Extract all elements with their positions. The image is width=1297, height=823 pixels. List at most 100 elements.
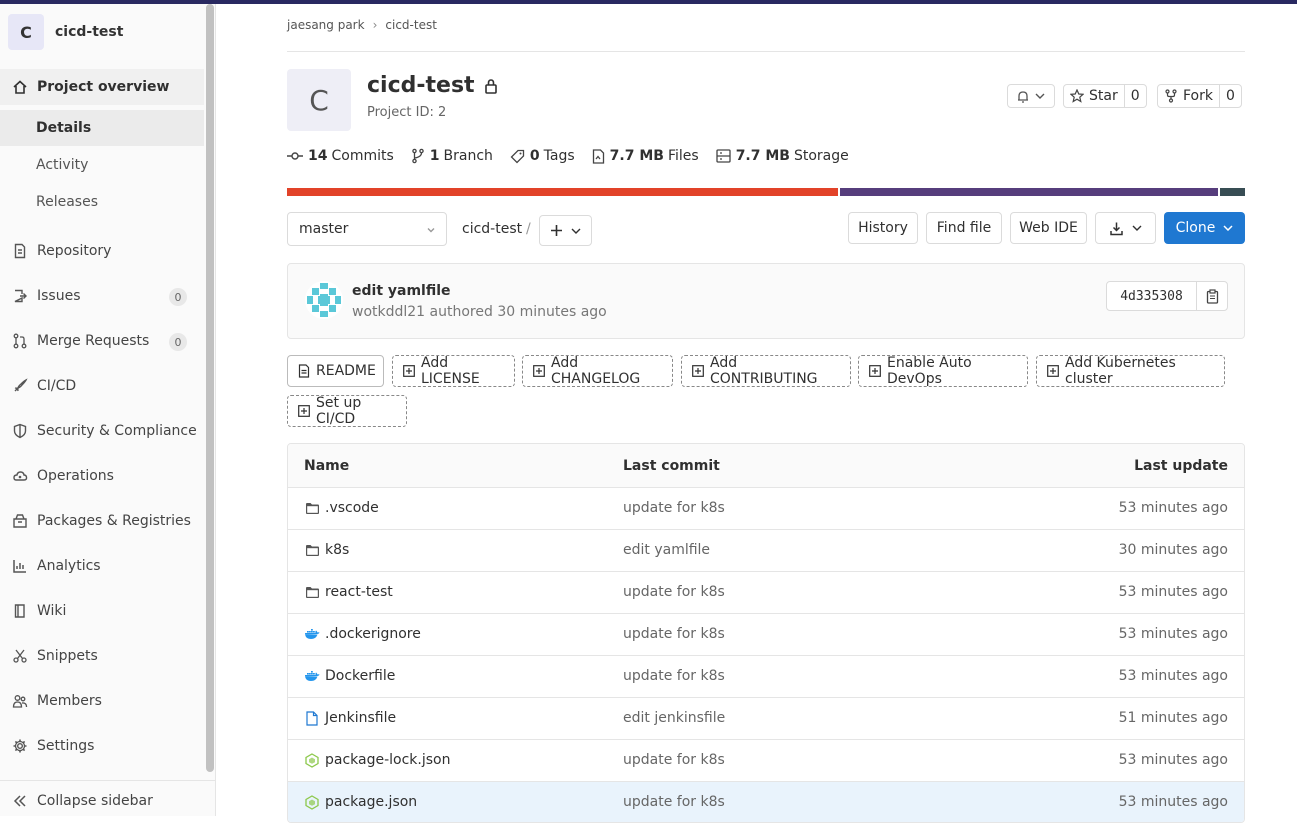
clone-label: Clone bbox=[1175, 220, 1216, 236]
table-row[interactable]: Jenkinsfile edit jenkinsfile 51 minutes ag… bbox=[288, 698, 1244, 740]
star-count[interactable]: 0 bbox=[1123, 85, 1146, 107]
repository-language-bar[interactable] bbox=[287, 188, 1245, 196]
add-changelog-button[interactable]: Add CHANGELOG bbox=[522, 355, 673, 387]
table-row[interactable]: .vscode update for k8s 53 minutes ago bbox=[288, 488, 1244, 530]
file-name[interactable]: Jenkinsfile bbox=[325, 710, 396, 726]
language-segment[interactable] bbox=[1218, 188, 1245, 196]
tag-icon bbox=[510, 149, 525, 164]
commit-message-cell[interactable]: update for k8s bbox=[623, 752, 725, 768]
commit-message-cell[interactable]: update for k8s bbox=[623, 584, 725, 600]
commit-message-cell[interactable]: update for k8s bbox=[623, 626, 725, 642]
sidebar-item-project-overview[interactable]: Project overview bbox=[0, 69, 204, 105]
sidebar-item-security[interactable]: Security & Compliance bbox=[0, 413, 204, 449]
add-contributing-button[interactable]: Add CONTRIBUTING bbox=[681, 355, 851, 387]
cloud-icon bbox=[12, 468, 28, 484]
file-name-cell[interactable]: Jenkinsfile bbox=[304, 710, 396, 726]
collapse-sidebar-button[interactable]: Collapse sidebar bbox=[0, 780, 215, 820]
star-button-group: Star 0 bbox=[1063, 84, 1147, 108]
sidebar-item-operations[interactable]: Operations bbox=[0, 458, 204, 494]
sidebar-item-issues[interactable]: Issues 0 bbox=[0, 278, 204, 314]
sidebar-item-label: Activity bbox=[36, 157, 89, 173]
file-name-cell[interactable]: package-lock.json bbox=[304, 752, 451, 768]
file-name[interactable]: package-lock.json bbox=[325, 752, 451, 768]
file-name-cell[interactable]: react-test bbox=[304, 584, 393, 600]
add-license-button[interactable]: Add LICENSE bbox=[392, 355, 515, 387]
sidebar-item-settings[interactable]: Settings bbox=[0, 728, 204, 764]
sidebar-item-analytics[interactable]: Analytics bbox=[0, 548, 204, 584]
language-segment[interactable] bbox=[287, 188, 838, 196]
breadcrumb-owner[interactable]: jaesang park bbox=[287, 18, 365, 32]
sidebar-item-details[interactable]: Details bbox=[0, 110, 204, 146]
download-dropdown[interactable] bbox=[1095, 212, 1156, 244]
sidebar-scrollbar[interactable] bbox=[206, 4, 214, 772]
home-icon bbox=[12, 79, 28, 95]
sidebar-item-members[interactable]: Members bbox=[0, 683, 204, 719]
table-row[interactable]: k8s edit yamlfile 30 minutes ago bbox=[288, 530, 1244, 572]
file-name-cell[interactable]: .dockerignore bbox=[304, 626, 421, 642]
chevron-down-icon bbox=[426, 223, 436, 239]
commit-message-cell[interactable]: edit yamlfile bbox=[623, 542, 710, 558]
file-name-cell[interactable]: .vscode bbox=[304, 500, 379, 516]
find-file-button[interactable]: Find file bbox=[926, 212, 1002, 244]
branch-selector-dropdown[interactable]: master bbox=[287, 212, 447, 246]
sidebar-item-snippets[interactable]: Snippets bbox=[0, 638, 204, 674]
commit-sha[interactable]: 4d335308 bbox=[1106, 281, 1197, 311]
table-row[interactable]: .dockerignore update for k8s 53 minutes ag… bbox=[288, 614, 1244, 656]
author-avatar[interactable] bbox=[305, 281, 343, 319]
star-button[interactable]: Star bbox=[1064, 85, 1124, 107]
sidebar-item-wiki[interactable]: Wiki bbox=[0, 593, 204, 629]
file-name-cell[interactable]: Dockerfile bbox=[304, 668, 395, 684]
add-kubernetes-cluster-button[interactable]: Add Kubernetes cluster bbox=[1036, 355, 1225, 387]
commits-label: Commits bbox=[331, 148, 394, 164]
commit-message-cell[interactable]: update for k8s bbox=[623, 794, 725, 810]
table-row[interactable]: Dockerfile update for k8s 53 minutes ago bbox=[288, 656, 1244, 698]
web-ide-button[interactable]: Web IDE bbox=[1010, 212, 1087, 244]
file-name[interactable]: k8s bbox=[325, 542, 349, 558]
setup-cicd-button[interactable]: Set up CI/CD bbox=[287, 395, 407, 427]
sidebar-item-cicd[interactable]: CI/CD bbox=[0, 368, 204, 404]
sidebar-item-packages[interactable]: Packages & Registries bbox=[0, 503, 204, 539]
plus-icon bbox=[550, 224, 563, 237]
commit-message-cell[interactable]: edit jenkinsfile bbox=[623, 710, 725, 726]
enable-auto-devops-button[interactable]: Enable Auto DevOps bbox=[858, 355, 1028, 387]
fork-button[interactable]: Fork bbox=[1158, 85, 1219, 107]
readme-button[interactable]: README bbox=[287, 355, 384, 387]
language-segment[interactable] bbox=[837, 188, 1219, 196]
plus-square-icon bbox=[692, 365, 704, 377]
fork-count[interactable]: 0 bbox=[1218, 85, 1241, 107]
commit-title[interactable]: edit yamlfile bbox=[352, 283, 451, 299]
sidebar-item-label: Settings bbox=[37, 738, 95, 754]
files-stat[interactable]: 7.7 MB Files bbox=[592, 148, 699, 164]
notification-dropdown[interactable] bbox=[1007, 84, 1055, 108]
sidebar-project-header[interactable]: C cicd-test bbox=[0, 4, 215, 60]
sidebar-item-releases[interactable]: Releases bbox=[0, 184, 204, 220]
add-to-tree-dropdown[interactable] bbox=[539, 215, 592, 246]
plus-square-icon bbox=[1047, 365, 1059, 377]
file-name[interactable]: react-test bbox=[325, 584, 393, 600]
history-button[interactable]: History bbox=[848, 212, 918, 244]
commit-message-cell[interactable]: update for k8s bbox=[623, 500, 725, 516]
tags-stat[interactable]: 0 Tags bbox=[510, 148, 575, 164]
table-row[interactable]: react-test update for k8s 53 minutes ago bbox=[288, 572, 1244, 614]
sidebar-item-activity[interactable]: Activity bbox=[0, 147, 204, 183]
file-name-cell[interactable]: k8s bbox=[304, 542, 349, 558]
repository-path-root[interactable]: cicd-test bbox=[462, 221, 522, 237]
table-row[interactable]: package.json update for k8s 53 minutes ago bbox=[288, 782, 1244, 822]
file-name[interactable]: Dockerfile bbox=[325, 668, 395, 684]
commit-message-cell[interactable]: update for k8s bbox=[623, 668, 725, 684]
docker-icon bbox=[304, 626, 320, 642]
breadcrumb-project[interactable]: cicd-test bbox=[385, 18, 437, 32]
file-name-cell[interactable]: package.json bbox=[304, 794, 417, 810]
last-update-cell: 51 minutes ago bbox=[1118, 710, 1228, 726]
commits-stat[interactable]: 14 Commits bbox=[287, 148, 394, 164]
table-row[interactable]: package-lock.json update for k8s 53 minute… bbox=[288, 740, 1244, 782]
copy-sha-button[interactable] bbox=[1196, 281, 1228, 311]
file-name[interactable]: .vscode bbox=[325, 500, 379, 516]
storage-stat[interactable]: 7.7 MB Storage bbox=[716, 148, 849, 164]
branches-stat[interactable]: 1 Branch bbox=[411, 148, 493, 164]
file-name[interactable]: .dockerignore bbox=[325, 626, 421, 642]
clone-dropdown-button[interactable]: Clone bbox=[1164, 212, 1245, 244]
sidebar-item-merge-requests[interactable]: Merge Requests 0 bbox=[0, 323, 204, 359]
file-name[interactable]: package.json bbox=[325, 794, 417, 810]
sidebar-item-repository[interactable]: Repository bbox=[0, 233, 204, 269]
